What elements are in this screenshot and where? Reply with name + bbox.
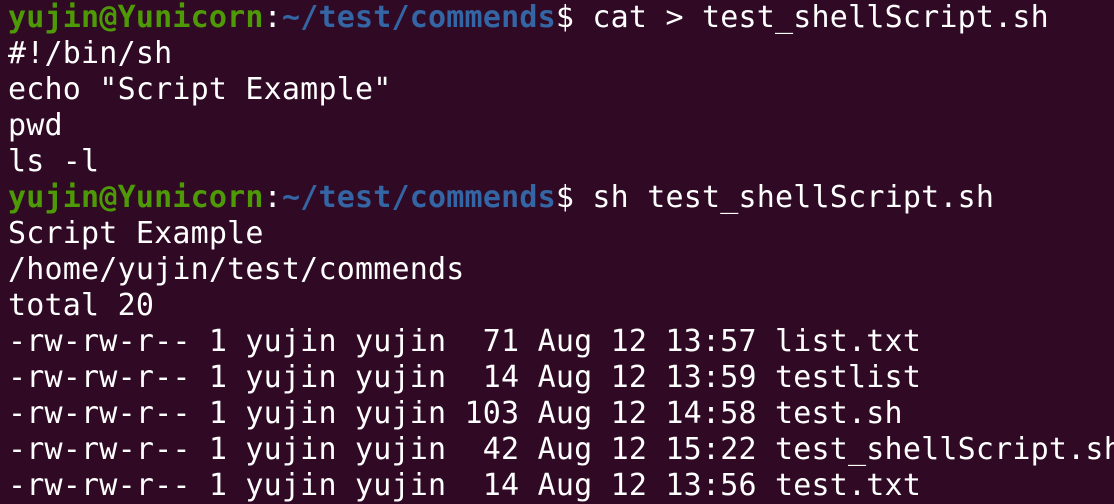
terminal-output[interactable]: yujin@Yunicorn:~/test/commends$ cat > te… — [8, 0, 1114, 504]
prompt-separator: : — [263, 180, 282, 215]
prompt-line: yujin@Yunicorn:~/test/commends$ cat > te… — [8, 0, 1114, 36]
command-text: cat > test_shellScript.sh — [592, 0, 1049, 35]
output-line: -rw-rw-r-- 1 yujin yujin 103 Aug 12 14:5… — [8, 396, 903, 431]
prompt-dollar: $ — [555, 0, 593, 35]
output-line: -rw-rw-r-- 1 yujin yujin 14 Aug 12 13:56… — [8, 468, 922, 503]
prompt-separator: : — [263, 0, 282, 35]
output-line: ls -l — [8, 144, 100, 179]
output-line: -rw-rw-r-- 1 yujin yujin 14 Aug 12 13:59… — [8, 360, 922, 395]
output-line: -rw-rw-r-- 1 yujin yujin 42 Aug 12 15:22… — [8, 432, 1114, 467]
output-line: -rw-rw-r-- 1 yujin yujin 71 Aug 12 13:57… — [8, 324, 922, 359]
prompt-dollar: $ — [555, 180, 593, 215]
output-line: pwd — [8, 108, 63, 143]
prompt-user-host: yujin@Yunicorn — [8, 180, 264, 215]
prompt-path: ~/test/commends — [281, 0, 556, 35]
output-line: #!/bin/sh — [8, 36, 173, 71]
output-line: echo "Script Example" — [8, 72, 392, 107]
output-line: Script Example — [8, 216, 264, 251]
output-line: total 20 — [8, 288, 155, 323]
prompt-line: yujin@Yunicorn:~/test/commends$ sh test_… — [8, 180, 1114, 216]
command-text: sh test_shellScript.sh — [592, 180, 995, 215]
output-line: /home/yujin/test/commends — [8, 252, 465, 287]
prompt-path: ~/test/commends — [281, 180, 556, 215]
prompt-user-host: yujin@Yunicorn — [8, 0, 264, 35]
